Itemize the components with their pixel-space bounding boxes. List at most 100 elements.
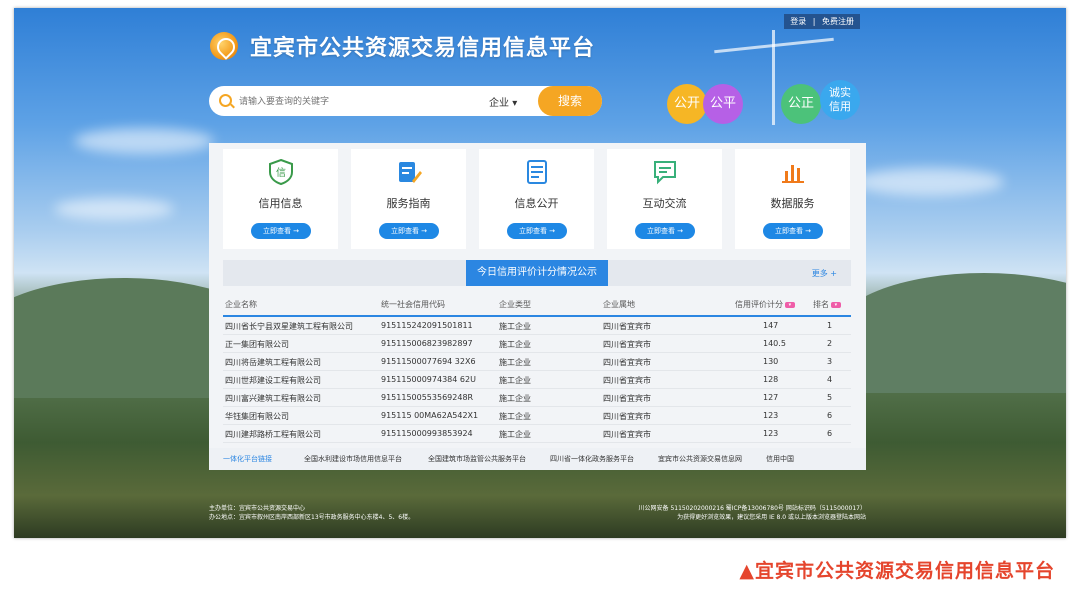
document-list-icon (527, 160, 547, 184)
badge-fair: 公平 (703, 84, 743, 124)
table-cell: 四川省长宁县双星建筑工程有限公司 (225, 322, 353, 331)
tab-daily-credit-score[interactable]: 今日信用评价计分情况公示 (466, 260, 608, 286)
table-cell: 正一集团有限公司 (225, 340, 289, 349)
table-row[interactable]: 四川省长宁县双星建筑工程有限公司 915115242091501811 施工企业 四川… (223, 317, 851, 335)
footer-right: 川公网安备 51150202000216 蜀ICP备13006780号 网站标识… (639, 504, 866, 522)
table-cell: 四川省宜宾市 (603, 340, 651, 349)
table-cell: 1 (827, 321, 833, 330)
image-caption: ▲宜宾市公共资源交易信用信息平台 (739, 560, 1055, 582)
badge-honest-label: 诚实信用 (829, 86, 851, 113)
col-header-rank: 排名 ▾ (813, 299, 841, 310)
cloud-decoration (854, 168, 1004, 196)
card-view-button[interactable]: 立即查看 → (507, 223, 567, 239)
guide-edit-icon (399, 162, 422, 183)
related-links-bar: 一体化平台链接 全国水利建设市场信用信息平台 全国建筑市场监管公共服务平台 四川… (209, 448, 866, 470)
table-cell: 施工企业 (499, 322, 531, 331)
search-button[interactable]: 搜索 (538, 86, 602, 116)
table-cell: 915115242091501811 (381, 321, 473, 330)
table-cell: 四川富兴建筑工程有限公司 (225, 394, 321, 403)
category-select[interactable]: 企业 ▾ (489, 94, 517, 109)
card-credit-info[interactable]: 信 信用信息 立即查看 → (223, 149, 338, 249)
table-cell: 6 (827, 411, 833, 420)
table-row[interactable]: 四川将岳建筑工程有限公司 91511500077694 32X6 施工企业 四川省宜宾… (223, 353, 851, 371)
link-item[interactable]: 全国建筑市场监管公共服务平台 (428, 454, 526, 464)
table-cell: 6 (827, 429, 833, 438)
col-header: 信用评价计分 (735, 300, 783, 309)
card-view-button[interactable]: 立即查看 → (635, 223, 695, 239)
card-interaction[interactable]: 互动交流 立即查看 → (607, 149, 722, 249)
table-cell: 施工企业 (499, 430, 531, 439)
table-cell: 128 (763, 375, 779, 384)
badge-honest: 诚实信用 (820, 80, 860, 120)
table-cell: 915115006823982897 (381, 339, 473, 348)
card-service-guide[interactable]: 服务指南 立即查看 → (351, 149, 466, 249)
card-label: 服务指南 (386, 197, 431, 210)
table-cell: 四川建邦路桥工程有限公司 (225, 430, 321, 439)
table-cell: 施工企业 (499, 412, 531, 421)
table-cell: 施工企业 (499, 358, 531, 367)
table-cell: 4 (827, 375, 833, 384)
table-cell: 123 (763, 411, 779, 420)
credit-score-table: 企业名称 统一社会信用代码 企业类型 企业属地 信用评价计分 ▾ 排名 ▾ 四川… (223, 293, 851, 443)
card-data-service[interactable]: 数据服务 立即查看 → (735, 149, 850, 249)
table-cell: 130 (763, 357, 779, 366)
card-info-disclosure[interactable]: 信息公开 立即查看 → (479, 149, 594, 249)
table-row[interactable]: 正一集团有限公司 915115006823982897 施工企业 四川省宜宾市 140.… (223, 335, 851, 353)
card-label: 信息公开 (514, 197, 559, 210)
footer-record: 川公网安备 51150202000216 蜀ICP备13006780号 网站标识… (638, 505, 866, 512)
table-cell: 四川省宜宾市 (603, 412, 651, 421)
col-header: 企业名称 (225, 300, 257, 309)
col-header-score: 信用评价计分 ▾ (735, 299, 795, 310)
table-cell: 四川省宜宾市 (603, 376, 651, 385)
cloud-decoration (54, 198, 174, 220)
sort-tag-icon[interactable]: ▾ (785, 301, 795, 308)
table-row[interactable]: 四川建邦路桥工程有限公司 915115000993853924 施工企业 四川省宜宾市… (223, 425, 851, 443)
table-cell: 140.5 (763, 339, 786, 348)
service-cards: 信 信用信息 立即查看 → 服务指南 立即查看 → 信息公开 立即查看 → 互动… (209, 143, 866, 255)
table-cell: 四川省宜宾市 (603, 430, 651, 439)
main-panel: 信 信用信息 立即查看 → 服务指南 立即查看 → 信息公开 立即查看 → 互动… (209, 143, 866, 469)
table-cell: 147 (763, 321, 779, 330)
table-cell: 91511500553569248R (381, 393, 474, 402)
table-cell: 5 (827, 393, 833, 402)
table-cell: 四川将岳建筑工程有限公司 (225, 358, 321, 367)
category-value: 企业 (489, 98, 509, 109)
card-view-button[interactable]: 立即查看 → (763, 223, 823, 239)
card-view-button[interactable]: 立即查看 → (251, 223, 311, 239)
table-cell: 四川省宜宾市 (603, 322, 651, 331)
table-row[interactable]: 华钰集团有限公司 915115 00MA62A542X1 施工企业 四川省宜宾市 123… (223, 407, 851, 425)
footer-browser-tip: 为获得更好浏览效果，建议您采用 IE 8.0 或以上版本浏览器登陆本网站 (677, 514, 866, 521)
table-row[interactable]: 四川富兴建筑工程有限公司 91511500553569248R 施工企业 四川省宜宾市… (223, 389, 851, 407)
card-label: 数据服务 (770, 197, 815, 210)
col-header: 排名 (813, 300, 829, 309)
badge-open: 公开 (667, 84, 707, 124)
search-bar: 企业 ▾ 搜索 (209, 86, 602, 116)
link-item[interactable]: 全国水利建设市场信用信息平台 (304, 454, 402, 464)
col-header: 企业类型 (499, 300, 531, 309)
table-cell: 915115000993853924 (381, 429, 473, 438)
link-item[interactable]: 信用中国 (766, 454, 794, 464)
footer-left: 主办单位：宜宾市公共资源交易中心 办公地点：宜宾市叙州区南岸西部新区13号市政务… (209, 504, 414, 522)
bar-chart-icon (782, 165, 804, 183)
link-item[interactable]: 宜宾市公共资源交易信息网 (658, 454, 742, 464)
chevron-down-icon: ▾ (512, 98, 518, 109)
link-item[interactable]: 四川省一体化政务服务平台 (550, 454, 634, 464)
col-header: 企业属地 (603, 300, 635, 309)
screenshot-frame: 登录 | 免费注册 宜宾市公共资源交易信用信息平台 企业 ▾ 搜索 公开 公平 … (14, 8, 1066, 538)
more-link[interactable]: 更多 + (812, 268, 837, 279)
table-tabbar: 今日信用评价计分情况公示 更多 + (223, 260, 851, 286)
table-cell: 123 (763, 429, 779, 438)
balance-scale-graphic: 公开 公平 公正 诚实信用 (664, 22, 874, 132)
sort-tag-icon[interactable]: ▾ (831, 301, 841, 308)
search-input[interactable] (237, 92, 471, 112)
search-icon (219, 94, 232, 107)
card-view-button[interactable]: 立即查看 → (379, 223, 439, 239)
table-cell: 3 (827, 357, 833, 366)
table-cell: 施工企业 (499, 376, 531, 385)
shield-credit-icon: 信 (269, 159, 293, 185)
table-row[interactable]: 四川世邦建设工程有限公司 915115000974384 62U 施工企业 四川省宜宾… (223, 371, 851, 389)
table-cell: 91511500077694 32X6 (381, 357, 476, 366)
cloud-decoration (74, 128, 214, 154)
hill-decoration (834, 273, 1066, 393)
col-header: 统一社会信用代码 (381, 300, 445, 309)
